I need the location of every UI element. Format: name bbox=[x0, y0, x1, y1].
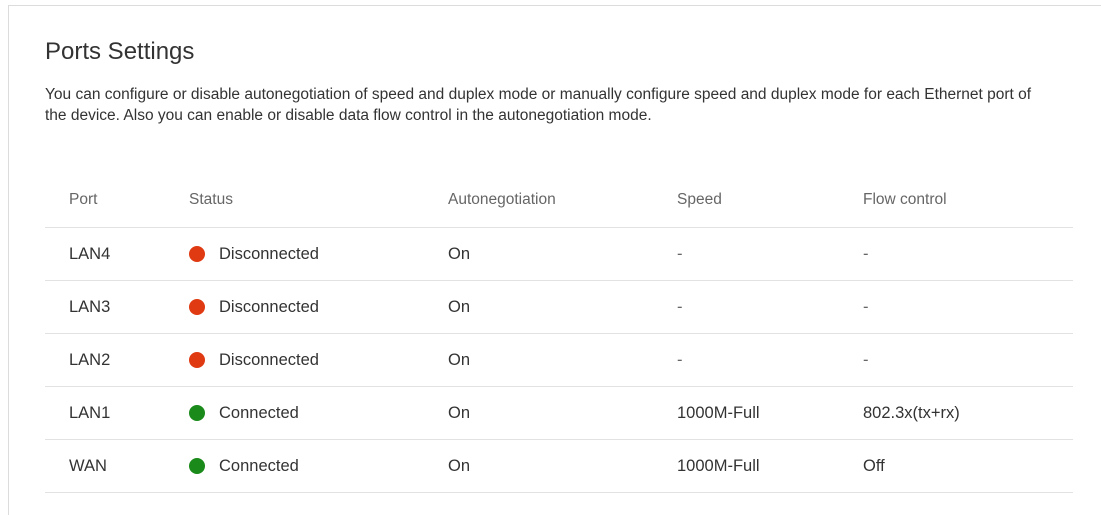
header-port: Port bbox=[45, 173, 165, 228]
port-cell: LAN1 bbox=[45, 386, 165, 440]
speed-cell: - bbox=[653, 280, 839, 334]
speed-cell: - bbox=[653, 227, 839, 281]
ports-table: Port Status Autonegotiation Speed Flow c… bbox=[45, 173, 1073, 493]
autonegotiation-cell: On bbox=[424, 333, 653, 387]
status-cell: Connected bbox=[165, 439, 424, 493]
status-label: Connected bbox=[219, 456, 299, 475]
status-disconnected-icon bbox=[189, 246, 205, 262]
flow-control-cell: - bbox=[839, 333, 1073, 387]
port-cell: LAN2 bbox=[45, 333, 165, 387]
speed-cell: 1000M-Full bbox=[653, 439, 839, 493]
status-disconnected-icon bbox=[189, 352, 205, 368]
autonegotiation-cell: On bbox=[424, 439, 653, 493]
port-cell: LAN3 bbox=[45, 280, 165, 334]
autonegotiation-cell: On bbox=[424, 227, 653, 281]
status-cell: Connected bbox=[165, 386, 424, 440]
status-label: Disconnected bbox=[219, 297, 319, 316]
table-header-row: Port Status Autonegotiation Speed Flow c… bbox=[45, 173, 1073, 228]
status-label: Disconnected bbox=[219, 244, 319, 263]
port-cell: WAN bbox=[45, 439, 165, 493]
flow-control-cell: - bbox=[839, 280, 1073, 334]
table-row[interactable]: LAN4 Disconnected On - - bbox=[45, 227, 1073, 281]
port-cell: LAN4 bbox=[45, 227, 165, 281]
autonegotiation-cell: On bbox=[424, 386, 653, 440]
table-row[interactable]: LAN2 Disconnected On - - bbox=[45, 333, 1073, 387]
speed-cell: 1000M-Full bbox=[653, 386, 839, 440]
ports-settings-panel: Ports Settings You can configure or disa… bbox=[8, 5, 1101, 515]
status-cell: Disconnected bbox=[165, 280, 424, 334]
status-disconnected-icon bbox=[189, 299, 205, 315]
table-row[interactable]: LAN1 Connected On 1000M-Full 802.3x(tx+r… bbox=[45, 386, 1073, 440]
header-status: Status bbox=[165, 173, 424, 228]
speed-cell: - bbox=[653, 333, 839, 387]
flow-control-cell: - bbox=[839, 227, 1073, 281]
flow-control-cell: Off bbox=[839, 439, 1073, 493]
page-title: Ports Settings bbox=[45, 38, 195, 65]
table-row[interactable]: WAN Connected On 1000M-Full Off bbox=[45, 439, 1073, 493]
status-label: Connected bbox=[219, 403, 299, 422]
table-row[interactable]: LAN3 Disconnected On - - bbox=[45, 280, 1073, 334]
autonegotiation-cell: On bbox=[424, 280, 653, 334]
header-flow-control: Flow control bbox=[839, 173, 1073, 228]
status-connected-icon bbox=[189, 405, 205, 421]
status-connected-icon bbox=[189, 458, 205, 474]
header-autonegotiation: Autonegotiation bbox=[424, 173, 653, 228]
status-cell: Disconnected bbox=[165, 227, 424, 281]
page-description: You can configure or disable autonegotia… bbox=[45, 86, 1032, 124]
header-speed: Speed bbox=[653, 173, 839, 228]
status-label: Disconnected bbox=[219, 350, 319, 369]
status-cell: Disconnected bbox=[165, 333, 424, 387]
flow-control-cell: 802.3x(tx+rx) bbox=[839, 386, 1073, 440]
